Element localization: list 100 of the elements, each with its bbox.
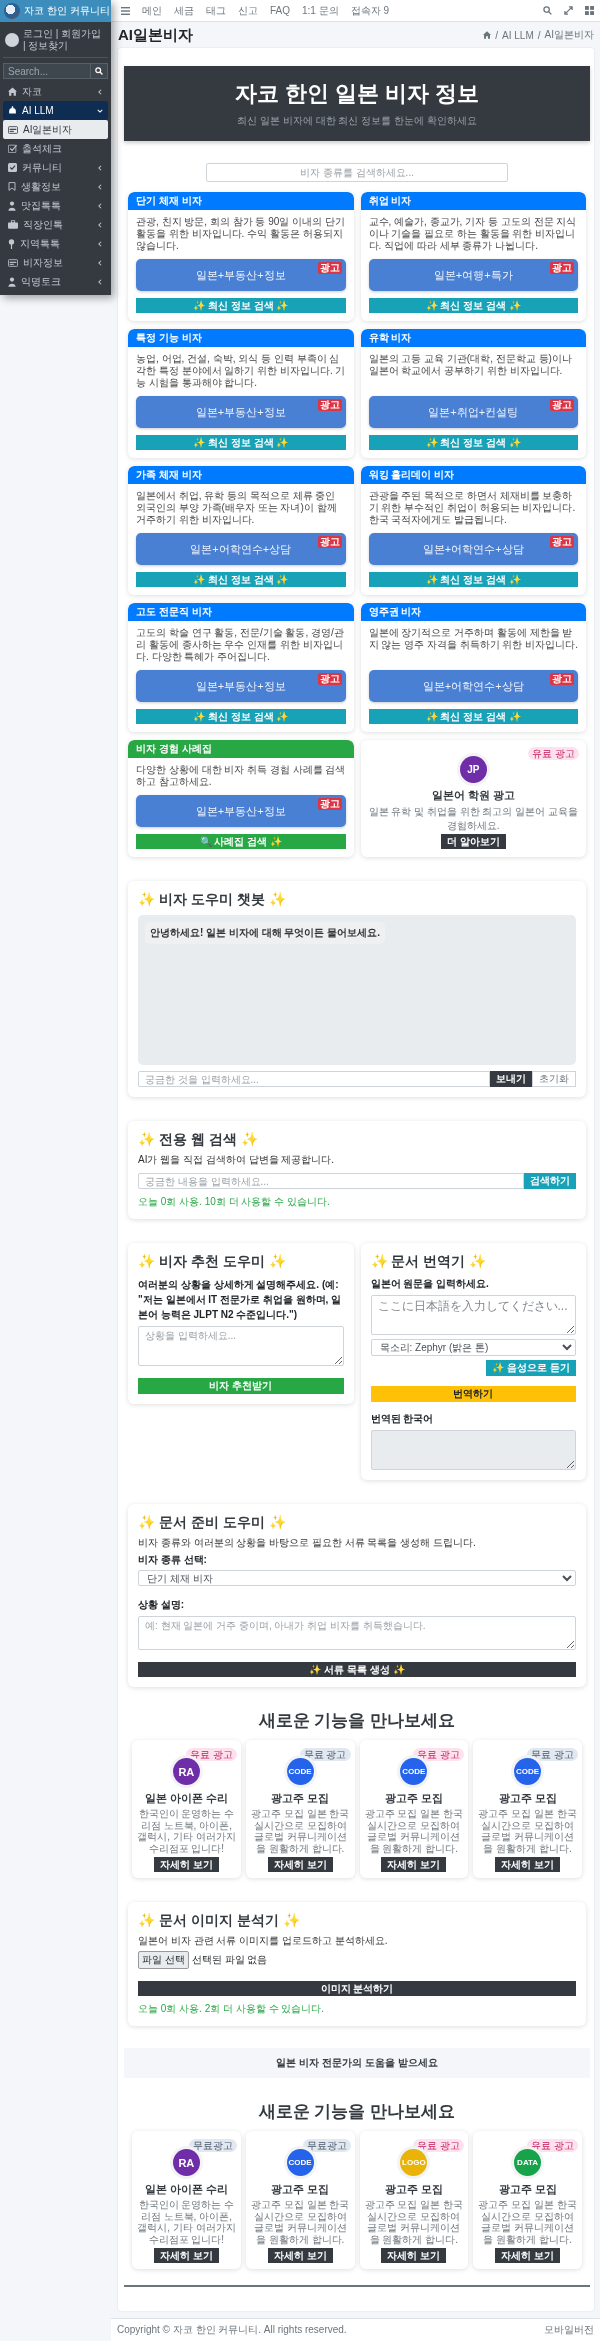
japanese-text-field[interactable]: ここに日本語を入力してください... bbox=[370, 1295, 576, 1335]
promo-title: 광고주 모집 bbox=[271, 1791, 330, 1806]
user-links[interactable]: 로그인 | 회원가입 | 정보찾기 bbox=[23, 28, 106, 52]
sidebar-item[interactable]: 자코 bbox=[3, 82, 108, 101]
home-icon[interactable] bbox=[483, 31, 492, 39]
card-icon bbox=[8, 125, 18, 134]
search-button[interactable]: ✨ 최신 정보 검색 ✨ bbox=[136, 572, 346, 587]
details-button[interactable]: 자세히 보기 bbox=[381, 2248, 447, 2263]
details-button[interactable]: 자세히 보기 bbox=[267, 1857, 333, 1872]
ad-banner[interactable]: 일본+취업+컨설팅 광고 bbox=[368, 396, 578, 428]
sidebar-item[interactable]: 비자정보 bbox=[3, 253, 108, 272]
expand-icon[interactable] bbox=[564, 6, 573, 15]
ad-badge: 광고 bbox=[550, 673, 574, 685]
promo-description: 한국인이 운영하는 수리점 노트북, 아이폰, 갤럭시, 기타 여러가지 수리점포 입니다! bbox=[136, 2199, 237, 2245]
details-button[interactable]: 자세히 보기 bbox=[495, 1857, 560, 1872]
sidebar-item[interactable]: 지역톡톡 bbox=[3, 234, 108, 253]
sidebar-item[interactable]: 직장인톡 bbox=[3, 215, 108, 234]
sidebar-item[interactable]: 생활정보 bbox=[3, 177, 108, 196]
search-button[interactable] bbox=[90, 63, 108, 79]
ad-banner[interactable]: 일본+부동산+정보 광고 bbox=[136, 259, 346, 291]
search-button[interactable]: ✨ 최신 정보 검색 ✨ bbox=[136, 435, 346, 450]
nav-link[interactable]: 태그 bbox=[206, 3, 226, 18]
search-button[interactable]: ✨ 최신 정보 검색 ✨ bbox=[368, 572, 578, 587]
avatar-icon: CODE bbox=[514, 1758, 542, 1785]
section-heading: 새로운 기능을 만나보세요 bbox=[257, 2101, 457, 2123]
search-icon[interactable] bbox=[543, 6, 552, 15]
breadcrumb-link[interactable]: AI LLM bbox=[502, 29, 534, 41]
learn-more-button[interactable]: 더 알아보기 bbox=[440, 834, 506, 849]
analyze-button[interactable]: 이미지 분석하기 bbox=[138, 1981, 576, 1996]
generate-list-button[interactable]: ✨ 서류 목록 생성 ✨ bbox=[138, 1662, 576, 1677]
search-button[interactable]: 검색하기 bbox=[524, 1173, 576, 1189]
sidebar-item[interactable]: AI LLM bbox=[3, 101, 108, 120]
translate-button[interactable]: 번역하기 bbox=[370, 1386, 576, 1402]
promo-title: 광고주 모집 bbox=[384, 2182, 443, 2197]
card-description: 농업, 어업, 건설, 숙박, 외식 등 인력 부족이 심각한 특정 분야에서 일하기 위한 비자입니다. 기능 시험을 통과해야 합니다. bbox=[136, 353, 346, 389]
check-icon bbox=[8, 144, 17, 153]
ad-banner[interactable]: 일본+어학연수+상담 광고 bbox=[368, 533, 578, 565]
ad-banner[interactable]: 일본+부동산+정보 광고 bbox=[136, 670, 346, 702]
ad-banner[interactable]: 일본+부동산+정보 광고 bbox=[136, 795, 346, 827]
details-button[interactable]: 자세히 보기 bbox=[267, 2248, 333, 2263]
ad-badge: 유료 광고 bbox=[413, 1748, 465, 1761]
recommend-button[interactable]: 비자 추천받기 bbox=[138, 1378, 344, 1394]
ad-badge: 무료광고 bbox=[188, 2139, 237, 2152]
ad-badge: 유료 광고 bbox=[413, 2139, 465, 2152]
sidebar-brand[interactable]: 자코 한인 커뮤니티 bbox=[0, 0, 111, 22]
section-title: ✨ 문서 이미지 분석기 ✨ bbox=[138, 1912, 301, 1930]
card-description: 일본의 고등 교육 기관(대학, 전문학교 등)이나 일본어 학교에서 공부하기 위한 비자입니다. bbox=[368, 353, 573, 377]
chat-input[interactable]: 궁금한 것을 입력하세요... bbox=[138, 1071, 490, 1087]
search-button[interactable]: 🔍 사례집 검색 ✨ bbox=[136, 834, 346, 849]
avatar-icon: JP bbox=[459, 756, 487, 783]
search-button[interactable]: ✨ 최신 정보 검색 ✨ bbox=[136, 709, 346, 724]
ad-banner[interactable]: 일본+여행+특가 광고 bbox=[368, 259, 578, 291]
details-button[interactable]: 자세히 보기 bbox=[495, 2248, 560, 2263]
details-button[interactable]: 자세히 보기 bbox=[381, 1857, 447, 1872]
sidebar-item[interactable]: 익명토크 bbox=[3, 272, 108, 291]
section-title: ✨ 전용 웹 검색 ✨ bbox=[138, 1131, 259, 1149]
reset-button[interactable]: 초기화 bbox=[532, 1071, 576, 1087]
nav-link[interactable]: 메인 bbox=[142, 3, 162, 18]
situation-field[interactable]: 예: 현재 일본에 거주 중이며, 아내가 취업 비자를 취득했습니다. bbox=[138, 1616, 576, 1650]
nav-link[interactable]: FAQ bbox=[270, 5, 290, 16]
search-button[interactable]: ✨ 최신 정보 검색 ✨ bbox=[368, 435, 578, 450]
nav-link[interactable]: 접속자 9 bbox=[350, 3, 390, 18]
sidebar-item[interactable]: 커뮤니티 bbox=[3, 158, 108, 177]
hero-subtitle: 최신 일본 비자에 대한 최신 정보를 한눈에 확인하세요 bbox=[237, 114, 477, 128]
nav-link[interactable]: 신고 bbox=[238, 3, 258, 18]
card-description: 일본에서 취업, 유학 등의 목적으로 체류 중인 외국인의 부양 가족(배우자 또는 자녀)이 함께 거주하기 위한 비자입니다. bbox=[136, 490, 338, 526]
menu-icon[interactable] bbox=[121, 6, 130, 15]
translation-field[interactable] bbox=[370, 1430, 576, 1470]
voice-select[interactable]: 목소리: Zephyr (밝은 톤) bbox=[370, 1339, 576, 1356]
details-button[interactable]: 자세히 보기 bbox=[154, 2248, 219, 2263]
grid-icon[interactable] bbox=[585, 6, 594, 15]
situation-field[interactable]: 상황을 입력하세요... bbox=[138, 1326, 344, 1366]
ad-banner[interactable]: 일본+어학연수+상담 광고 bbox=[136, 533, 346, 565]
sidebar-item[interactable]: 맛집톡톡 bbox=[3, 196, 108, 215]
bookmark-icon bbox=[8, 182, 16, 191]
card-description: 관광, 친지 방문, 회의 참가 등 90일 이내의 단기 활동을 위한 비자입니다. 수익 활동은 허용되지 않습니다. bbox=[136, 216, 346, 252]
search-button[interactable]: ✨ 최신 정보 검색 ✨ bbox=[136, 298, 346, 313]
promo-title: 일본 아이폰 수리 bbox=[144, 1791, 228, 1806]
promo-description: 광고주 모집 일본 한국 실시간으로 모집하여 글로벌 커뮤니케이션을 원활하게 합니다. bbox=[477, 1808, 578, 1854]
avatar-icon: CODE bbox=[286, 2149, 314, 2176]
send-button[interactable]: 보내기 bbox=[490, 1071, 532, 1087]
choose-file-button[interactable]: 파일 선택 bbox=[138, 1951, 189, 1969]
nav-link[interactable]: 1:1 문의 bbox=[302, 3, 339, 18]
sidebar-item[interactable]: 출석체크 bbox=[3, 139, 108, 158]
search-field[interactable]: Search... bbox=[3, 63, 90, 79]
ad-badge: 유료 광고 bbox=[528, 747, 579, 760]
person-icon bbox=[8, 200, 16, 211]
card-icon bbox=[8, 258, 18, 267]
details-button[interactable]: 자세히 보기 bbox=[154, 1857, 219, 1872]
mobile-version-link[interactable]: 모바일버전 bbox=[544, 2323, 594, 2337]
promo-description: 광고주 모집 일본 한국 실시간으로 모집하여 글로벌 커뮤니케이션을 원활하게 합니다. bbox=[249, 2199, 351, 2245]
ad-banner[interactable]: 일본+어학연수+상담 광고 bbox=[368, 670, 578, 702]
breadcrumb-separator: / bbox=[495, 29, 499, 41]
search-button[interactable]: ✨ 최신 정보 검색 ✨ bbox=[368, 709, 578, 724]
visa-type-select[interactable]: 단기 체재 비자 bbox=[138, 1570, 576, 1586]
listen-button[interactable]: ✨ 음성으로 듣기 bbox=[486, 1360, 576, 1376]
sidebar-item[interactable]: AI일본비자 bbox=[3, 120, 108, 139]
nav-link[interactable]: 세금 bbox=[174, 3, 194, 18]
search-button[interactable]: ✨ 최신 정보 검색 ✨ bbox=[368, 298, 578, 313]
ad-banner[interactable]: 일본+부동산+정보 광고 bbox=[136, 396, 346, 428]
